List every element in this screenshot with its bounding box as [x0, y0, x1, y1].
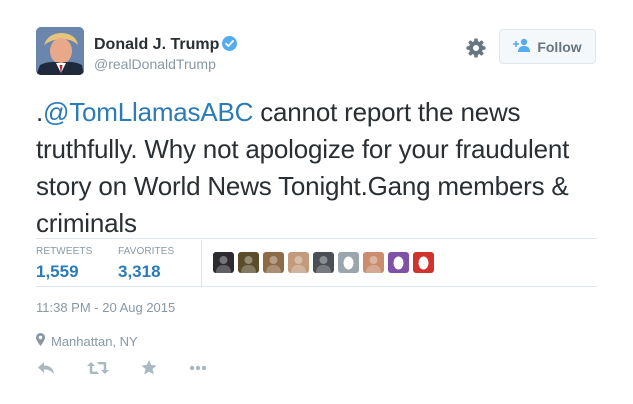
- retweets-stat[interactable]: RETWEETS 1,559: [36, 246, 92, 282]
- favorite-star-icon[interactable]: [141, 360, 157, 375]
- tweet-actions: [37, 360, 239, 375]
- divider: [36, 238, 597, 239]
- follow-button-label: Follow: [537, 38, 582, 55]
- favorites-label: FAVORITES: [118, 246, 175, 257]
- retweets-label: RETWEETS: [36, 246, 93, 257]
- retweets-count[interactable]: 1,559: [36, 262, 92, 282]
- favorites-stat[interactable]: FAVORITES 3,318: [118, 246, 174, 282]
- tweet-prefix: .: [36, 97, 44, 127]
- divider: [36, 286, 597, 287]
- location-label: Manhattan, NY: [51, 333, 138, 349]
- user-fullname[interactable]: Donald J. Trump: [94, 36, 219, 54]
- gear-icon[interactable]: [466, 38, 486, 58]
- user-avatar[interactable]: [36, 27, 84, 75]
- verified-badge-icon: [222, 36, 238, 51]
- tweet-text: .@TomLlamasABC cannot report the news tr…: [36, 94, 601, 242]
- location-pin-icon: [36, 333, 45, 349]
- favoriter-avatar-3[interactable]: [263, 252, 284, 273]
- favoriter-avatar-5[interactable]: [313, 252, 334, 273]
- favoriters-avatars: [213, 252, 434, 273]
- favoriter-avatar-7[interactable]: [363, 252, 384, 273]
- default-egg-avatar-9[interactable]: [413, 252, 434, 273]
- default-egg-avatar-8[interactable]: [388, 252, 409, 273]
- tweet-stats: RETWEETS 1,559 FAVORITES 3,318: [36, 240, 597, 286]
- favoriter-avatar-4[interactable]: [288, 252, 309, 273]
- user-info: Donald J. Trump @realDonaldTrump: [94, 36, 238, 72]
- mention-link[interactable]: @TomLlamasABC: [43, 97, 253, 127]
- reply-icon[interactable]: [37, 361, 55, 375]
- add-user-icon: [513, 38, 531, 55]
- tweet-header: Donald J. Trump @realDonaldTrump Follow: [36, 27, 597, 79]
- retweet-icon[interactable]: [87, 361, 109, 375]
- default-egg-avatar-6[interactable]: [338, 252, 359, 273]
- favorites-count[interactable]: 3,318: [118, 262, 174, 282]
- tweet-location[interactable]: Manhattan, NY: [36, 333, 138, 349]
- more-icon[interactable]: [189, 365, 207, 371]
- tweet-timestamp[interactable]: 11:38 PM - 20 Aug 2015: [36, 300, 175, 315]
- follow-button[interactable]: Follow: [499, 29, 596, 64]
- favoriter-avatar-2[interactable]: [238, 252, 259, 273]
- stats-separator: [201, 240, 202, 286]
- user-handle[interactable]: @realDonaldTrump: [94, 56, 237, 72]
- favoriter-avatar-1[interactable]: [213, 252, 234, 273]
